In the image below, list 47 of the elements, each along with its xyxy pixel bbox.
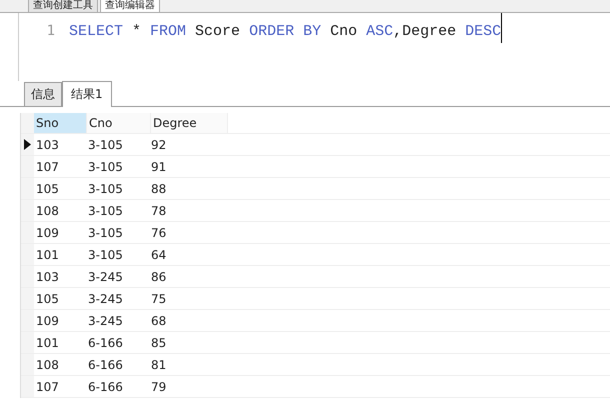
row-pointer-icon — [24, 139, 31, 150]
table-cell-text: 109 — [35, 224, 60, 242]
table-cell-text: 6-166 — [87, 356, 124, 374]
column-header[interactable]: Degree — [151, 113, 228, 133]
result-tab[interactable]: 结果1 — [62, 81, 112, 107]
table-cell-text: 81 — [150, 356, 168, 374]
table-cell-text: 6-166 — [87, 334, 124, 352]
sql-code[interactable]: SELECT * FROM Score ORDER BY Cno ASC,Degree DESC — [55, 13, 502, 43]
table-cell-text: 76 — [150, 224, 168, 242]
table-cell-text: 107 — [35, 378, 60, 396]
table-cell-text: 101 — [35, 334, 60, 352]
editor-tab[interactable]: 查询编辑器 — [100, 0, 160, 12]
table-cell-text: 68 — [150, 312, 168, 330]
table-cell-text: 3-105 — [87, 246, 124, 264]
table-cell-text: 3-105 — [87, 136, 124, 154]
table-cell-text: 107 — [35, 158, 60, 176]
table-cell-text: 105 — [35, 180, 60, 198]
table-cell-text: 108 — [35, 202, 60, 220]
table-cell-text: 91 — [150, 158, 168, 176]
table-cell-text: 92 — [150, 136, 168, 154]
table-cell-text: 3-245 — [87, 290, 124, 308]
column-header[interactable]: Cno — [87, 113, 151, 133]
table-cell-text: 109 — [35, 312, 60, 330]
table-cell-text: 103 — [35, 268, 60, 286]
column-header[interactable]: Sno — [34, 113, 87, 133]
table-cell-text: 101 — [35, 246, 60, 264]
table-cell-text: 103 — [35, 136, 60, 154]
table-cell-text: 85 — [150, 334, 168, 352]
table-cell-text: 108 — [35, 356, 60, 374]
table-cell-text: 105 — [35, 290, 60, 308]
table-cell-text: 3-245 — [87, 268, 124, 286]
table-cell-text: 78 — [150, 202, 168, 220]
table-cell-text: 6-166 — [87, 378, 124, 396]
table-cell-text: 3-105 — [87, 180, 124, 198]
table-cell-text: 3-245 — [87, 312, 124, 330]
table-cell-text: 3-105 — [87, 158, 124, 176]
table-cell-text: 79 — [150, 378, 168, 396]
editor-tab[interactable]: 查询创建工具 — [28, 0, 98, 12]
table-cell-text: 3-105 — [87, 202, 124, 220]
line-number: 1 — [46, 22, 55, 41]
row-header[interactable] — [21, 134, 34, 155]
table-cell-text: 86 — [150, 268, 168, 286]
table-cell-text: 88 — [150, 180, 168, 198]
table-cell-text: 64 — [150, 246, 168, 264]
table-cell-text: 75 — [150, 290, 168, 308]
result-tab[interactable]: 信息 — [24, 82, 62, 106]
table-cell-text: 3-105 — [87, 224, 124, 242]
